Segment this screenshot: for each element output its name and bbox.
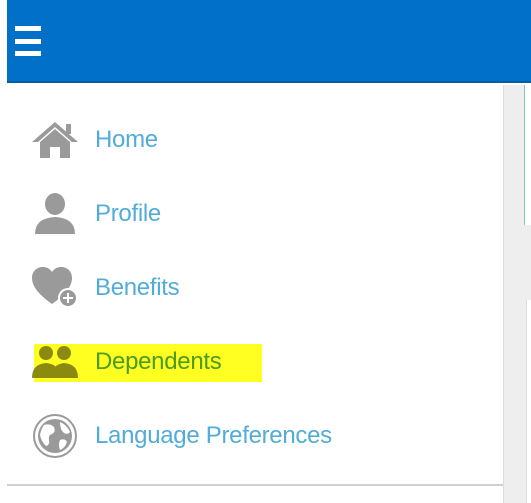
sidebar-item-label: Dependents (95, 348, 222, 375)
sidebar-divider (7, 484, 503, 486)
sidebar-item-label: Profile (95, 200, 161, 227)
sidebar-item-dependents[interactable]: Dependents (27, 337, 222, 387)
sidebar-item-label: Home (95, 126, 158, 153)
top-header-bar (7, 0, 531, 83)
heart-plus-icon (27, 265, 83, 311)
sidebar-item-language-preferences[interactable]: Language Preferences (27, 411, 332, 461)
sidebar-item-profile[interactable]: Profile (27, 189, 161, 239)
sidebar-item-benefits[interactable]: Benefits (27, 263, 180, 313)
main-content-area (504, 85, 531, 503)
user-icon (27, 191, 83, 237)
sidebar-item-home[interactable]: Home (27, 115, 158, 165)
users-icon (27, 339, 83, 385)
globe-icon (27, 413, 83, 459)
sidebar-item-label: Language Preferences (95, 422, 332, 449)
page-left-edge (0, 0, 7, 503)
content-card (524, 85, 531, 225)
home-icon (27, 117, 83, 163)
sidebar-item-label: Benefits (95, 274, 180, 301)
content-card (526, 300, 531, 503)
hamburger-menu-icon[interactable] (15, 26, 41, 56)
